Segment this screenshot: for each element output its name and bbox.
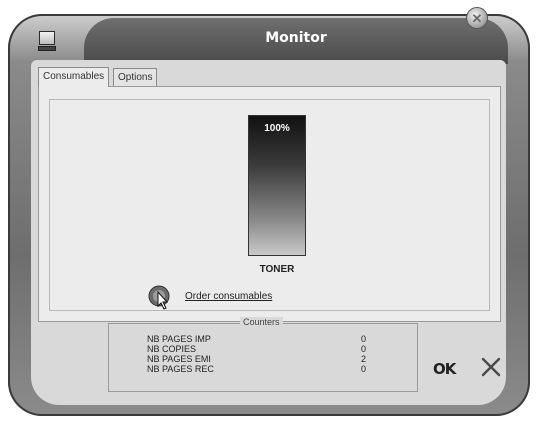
x-icon[interactable] — [480, 356, 502, 378]
counters-legend: Counters — [240, 317, 283, 327]
counter-value: 0 — [361, 344, 367, 354]
counter-row: NB PAGES EMI 2 — [147, 354, 397, 364]
counter-value: 0 — [361, 364, 367, 374]
counter-label: NB COPIES — [147, 344, 197, 354]
toner-percent: 100% — [264, 123, 290, 134]
order-consumables-link[interactable]: Order consumables — [185, 291, 272, 302]
counter-label: NB PAGES EMI — [147, 354, 211, 364]
counter-row: NB COPIES 0 — [147, 344, 397, 354]
tab-consumables[interactable]: Consumables — [38, 67, 110, 87]
ok-button[interactable]: OK — [433, 360, 456, 378]
title-bar: Monitor — [84, 18, 508, 64]
tab-options[interactable]: Options — [113, 68, 158, 86]
counter-row: NB PAGES REC 0 — [147, 364, 397, 374]
monitor-icon — [38, 31, 56, 52]
counter-label: NB PAGES IMP — [147, 334, 211, 344]
counter-label: NB PAGES REC — [147, 364, 214, 374]
close-icon[interactable]: ✕ — [466, 7, 488, 29]
counter-value: 2 — [361, 354, 367, 364]
counter-value: 0 — [361, 334, 367, 344]
toner-label: TONER — [259, 264, 295, 275]
counters-group: Counters NB PAGES IMP 0 NB COPIES 0 NB P… — [108, 317, 418, 392]
counter-row: NB PAGES IMP 0 — [147, 334, 397, 344]
toner-level-bar: 100% — [248, 115, 306, 256]
cursor-click-icon[interactable] — [147, 284, 173, 310]
window-title: Monitor — [265, 30, 327, 46]
